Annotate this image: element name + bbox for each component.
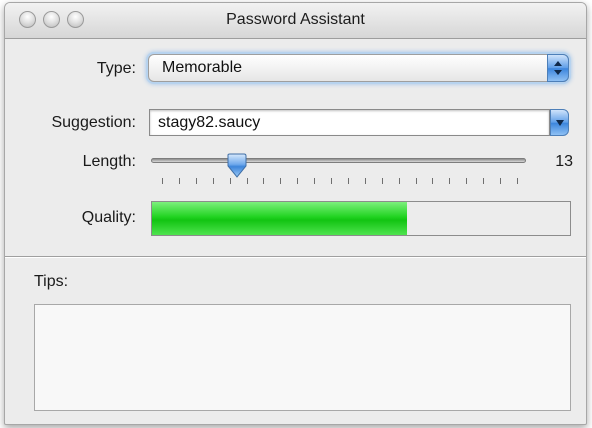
length-slider-track[interactable]: [151, 158, 526, 163]
slider-tick: [162, 178, 163, 184]
slider-tick: [178, 178, 180, 184]
slider-tick: [517, 178, 518, 184]
up-down-arrows-icon[interactable]: [547, 54, 569, 82]
slider-tick: [449, 178, 451, 184]
slider-tick: [347, 178, 349, 184]
slider-tick: [314, 178, 316, 184]
chevron-down-icon: [556, 120, 564, 126]
quality-label: Quality:: [81, 209, 136, 226]
password-assistant-window: Password Assistant Type: Memorable Sugge…: [4, 2, 587, 425]
tips-text-area[interactable]: [34, 304, 571, 411]
section-divider: [5, 256, 586, 258]
slider-tick: [381, 178, 383, 184]
length-slider-thumb[interactable]: [225, 153, 249, 179]
slider-tick: [212, 178, 214, 184]
quality-meter: [151, 201, 571, 236]
type-popup[interactable]: Memorable: [148, 54, 569, 82]
type-label: Type:: [96, 60, 136, 77]
length-value: 13: [555, 153, 573, 170]
slider-tick: [280, 178, 282, 184]
quality-meter-fill: [152, 202, 407, 235]
slider-tick: [415, 178, 417, 184]
slider-tick: [263, 178, 265, 184]
suggestion-dropdown-button[interactable]: [550, 109, 569, 136]
slider-tick: [297, 178, 299, 184]
slider-tick: [466, 178, 468, 184]
suggestion-field[interactable]: stagy82.saucy: [149, 109, 550, 136]
length-label: Length:: [82, 153, 136, 170]
window-title: Password Assistant: [226, 11, 365, 28]
slider-tick: [331, 178, 333, 184]
suggestion-value: stagy82.saucy: [158, 114, 261, 131]
slider-tick: [398, 178, 400, 184]
type-popup-value: Memorable: [162, 59, 243, 76]
slider-tick: [195, 178, 197, 184]
slider-tick: [364, 178, 366, 184]
slider-tick: [483, 178, 485, 184]
tips-label: Tips:: [34, 273, 69, 290]
suggestion-label: Suggestion:: [51, 114, 136, 131]
slider-tick: [500, 178, 502, 184]
slider-tick: [432, 178, 434, 184]
title-bar[interactable]: Password Assistant: [5, 3, 586, 39]
